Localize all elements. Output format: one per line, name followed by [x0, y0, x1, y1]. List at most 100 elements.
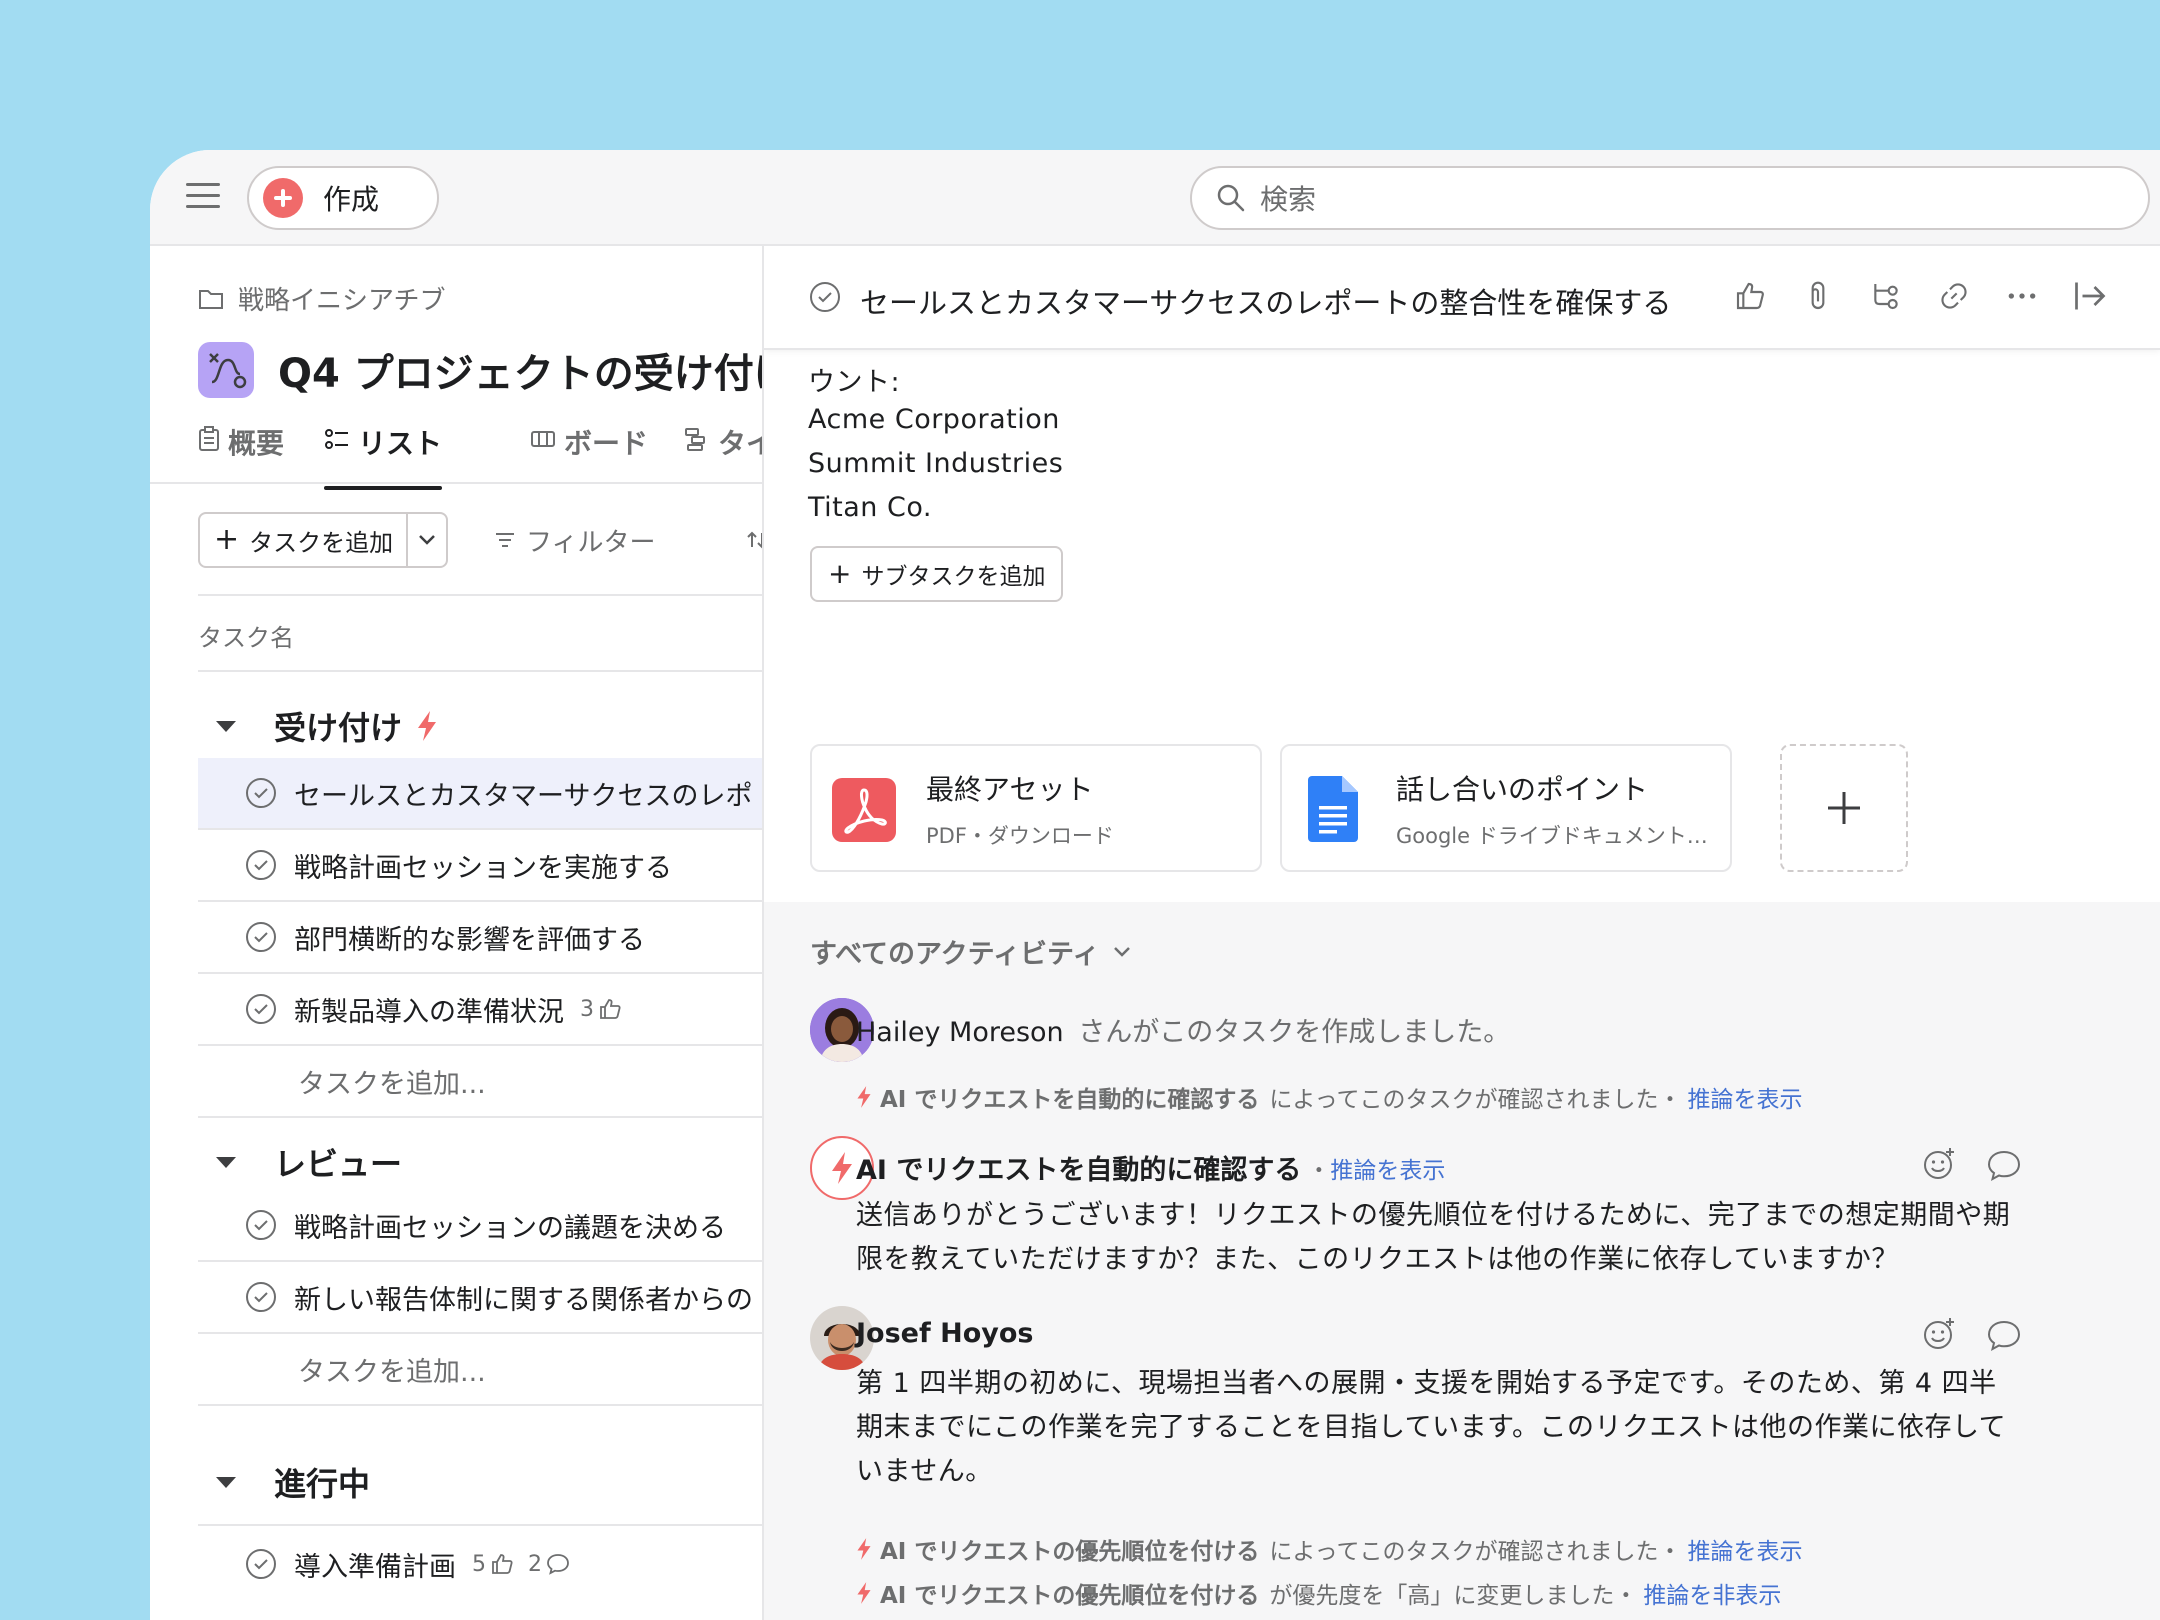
search-input[interactable]: 検索	[1190, 166, 2150, 230]
chevron-down-icon	[419, 535, 435, 545]
task-name: 戦略計画セッションを実施する	[294, 852, 672, 884]
like-count: 3	[580, 997, 636, 1022]
task-row[interactable]: 新製品導入の準備状況 3	[198, 974, 762, 1046]
close-pane-button[interactable]	[2070, 276, 2110, 316]
sort-button[interactable]: ソー	[746, 512, 762, 568]
column-header-task-name[interactable]: タスク名	[198, 618, 294, 653]
add-task-row[interactable]: タスクを追加...	[198, 1046, 762, 1118]
add-task-button[interactable]: + タスクを追加	[198, 512, 448, 568]
task-row[interactable]: セールスとカスタマーサクセスのレポ	[198, 758, 762, 830]
task-row[interactable]: 新しい報告体制に関する関係者からの	[198, 1262, 762, 1334]
task-name: 部門横断的な影響を評価する	[294, 924, 645, 956]
comment-count: 2	[528, 1551, 542, 1577]
add-task-placeholder: タスクを追加...	[298, 1356, 486, 1388]
task-name: 導入準備計画	[294, 1551, 456, 1583]
caret-down-icon[interactable]	[216, 1156, 236, 1168]
check-circle-icon[interactable]	[244, 920, 278, 954]
description-line: Acme Corporation	[808, 404, 1060, 435]
caret-down-icon[interactable]	[216, 720, 236, 732]
project-icon	[198, 342, 254, 398]
check-circle-icon[interactable]	[244, 1547, 278, 1581]
filter-icon	[496, 533, 514, 547]
create-button[interactable]: 作成	[247, 166, 439, 230]
check-circle-icon[interactable]	[244, 1208, 278, 1242]
lightning-icon	[857, 1538, 871, 1560]
lightning-icon	[418, 711, 437, 741]
reply-icon[interactable]	[1986, 1318, 2022, 1354]
rule-text: が優先度を「高」に変更しました・	[1269, 1583, 1638, 1609]
google-doc-icon	[1308, 776, 1358, 842]
task-title[interactable]: セールスとカスタマーサクセスのレポートの整合性を確保する	[860, 280, 1671, 322]
comment-line: 期末までにこの作業を完了することを目指しています。このリクエストは他の作業に依存…	[856, 1412, 2007, 1443]
task-row[interactable]: 戦略計画セッションを実施する	[198, 830, 762, 902]
attachment-title: 最終アセット	[926, 773, 1094, 806]
add-attachment-button[interactable]	[1780, 744, 1908, 872]
check-circle-icon[interactable]	[244, 848, 278, 882]
rule-name: AI でリクエストの優先順位を付ける	[880, 1539, 1260, 1565]
comment-author[interactable]: Josef Hoyos	[856, 1318, 1034, 1349]
show-reasoning-link[interactable]: 推論を表示	[1688, 1532, 1803, 1566]
tab-overview[interactable]: 概要	[198, 422, 284, 490]
list-icon	[325, 429, 348, 449]
menu-icon[interactable]	[186, 181, 220, 211]
check-circle-icon[interactable]	[808, 280, 842, 314]
comment-icon	[547, 1554, 569, 1575]
task-row[interactable]: 部門横断的な影響を評価する	[198, 902, 762, 974]
reply-icon[interactable]	[1986, 1148, 2022, 1184]
more-options-button[interactable]	[2002, 276, 2042, 316]
attachment-subtitle: Google ドライブドキュメント・E...	[1396, 824, 1726, 848]
copy-link-button[interactable]	[1934, 276, 1974, 316]
attachment-card[interactable]: 話し合いのポイント Google ドライブドキュメント・E...	[1280, 744, 1732, 872]
plus-icon	[263, 178, 303, 218]
add-task-row[interactable]: タスクを追加...	[198, 1334, 762, 1406]
check-circle-icon[interactable]	[244, 776, 278, 810]
board-icon	[531, 431, 555, 447]
tab-board[interactable]: ボード	[530, 422, 648, 490]
separator: ・	[1307, 1157, 1331, 1184]
task-row[interactable]: 戦略計画セッションの議題を決める	[198, 1190, 762, 1262]
section-header-in-progress: 進行中	[198, 1452, 370, 1512]
show-reasoning-link[interactable]: 推論を表示	[1330, 1151, 1445, 1185]
add-subtask-button[interactable]: + サブタスクを追加	[810, 546, 1064, 602]
close-pane-icon	[2075, 282, 2106, 310]
thumbs-up-icon	[1736, 282, 1764, 310]
task-detail-pane: セールスとカスタマーサクセスのレポートの整合性を確保する ウント: Acme C…	[764, 246, 2160, 1620]
filter-label: フィルター	[526, 527, 656, 558]
plus-icon: +	[214, 522, 240, 557]
overview-icon	[199, 426, 219, 451]
add-reaction-icon[interactable]	[1922, 1146, 1958, 1182]
app-window: 作成 検索 戦略イニシアチブ Q4 プロジェクトの受け付け 概要 リスト ボード…	[150, 150, 2160, 1620]
tab-overview-label: 概要	[228, 427, 285, 460]
add-reaction-icon[interactable]	[1922, 1316, 1958, 1352]
task-row[interactable]: 導入準備計画 5 2	[198, 1528, 762, 1600]
filter-button[interactable]: フィルター	[494, 512, 655, 568]
attachment-card[interactable]: 最終アセット PDF・ダウンロード	[810, 744, 1262, 872]
description-line: Titan Co.	[808, 492, 932, 523]
list-toolbar: + タスクを追加 フィルター ソー	[198, 512, 762, 568]
add-task-label: タスクを追加	[249, 528, 394, 557]
like-button[interactable]	[1730, 276, 1770, 316]
comment-author[interactable]: AI でリクエストを自動的に確認する	[856, 1148, 1301, 1187]
check-circle-icon[interactable]	[244, 1280, 278, 1314]
story-created: Hailey Moreson さんがこのタスクを作成しました。	[856, 1010, 1510, 1049]
plus-icon	[1828, 792, 1860, 824]
add-task-dropdown[interactable]	[408, 514, 446, 566]
caret-down-icon[interactable]	[216, 1476, 236, 1488]
breadcrumb[interactable]: 戦略イニシアチブ	[198, 280, 445, 317]
story-rule: AI でリクエストの優先順位を付ける が優先度を「高」に変更しました・ 推論を非…	[856, 1576, 1781, 1610]
tab-list[interactable]: リスト	[324, 422, 443, 490]
timeline-icon	[685, 428, 705, 451]
attach-button[interactable]	[1798, 276, 1838, 316]
activity-filter-dropdown[interactable]: すべてのアクティビティ	[810, 932, 1131, 971]
check-circle-icon[interactable]	[244, 992, 278, 1026]
more-icon	[2008, 293, 2036, 299]
subtask-icon	[1874, 284, 1898, 310]
tab-timeline[interactable]: タイムラ	[684, 422, 762, 490]
subtask-button[interactable]	[1866, 276, 1906, 316]
hide-reasoning-link[interactable]: 推論を非表示	[1643, 1576, 1781, 1610]
search-icon	[1217, 184, 1245, 212]
tab-timeline-label: タイムラ	[718, 427, 762, 460]
show-reasoning-link[interactable]: 推論を表示	[1688, 1080, 1803, 1114]
search-placeholder: 検索	[1260, 183, 1317, 216]
story-author[interactable]: Hailey Moreson	[856, 1017, 1064, 1048]
